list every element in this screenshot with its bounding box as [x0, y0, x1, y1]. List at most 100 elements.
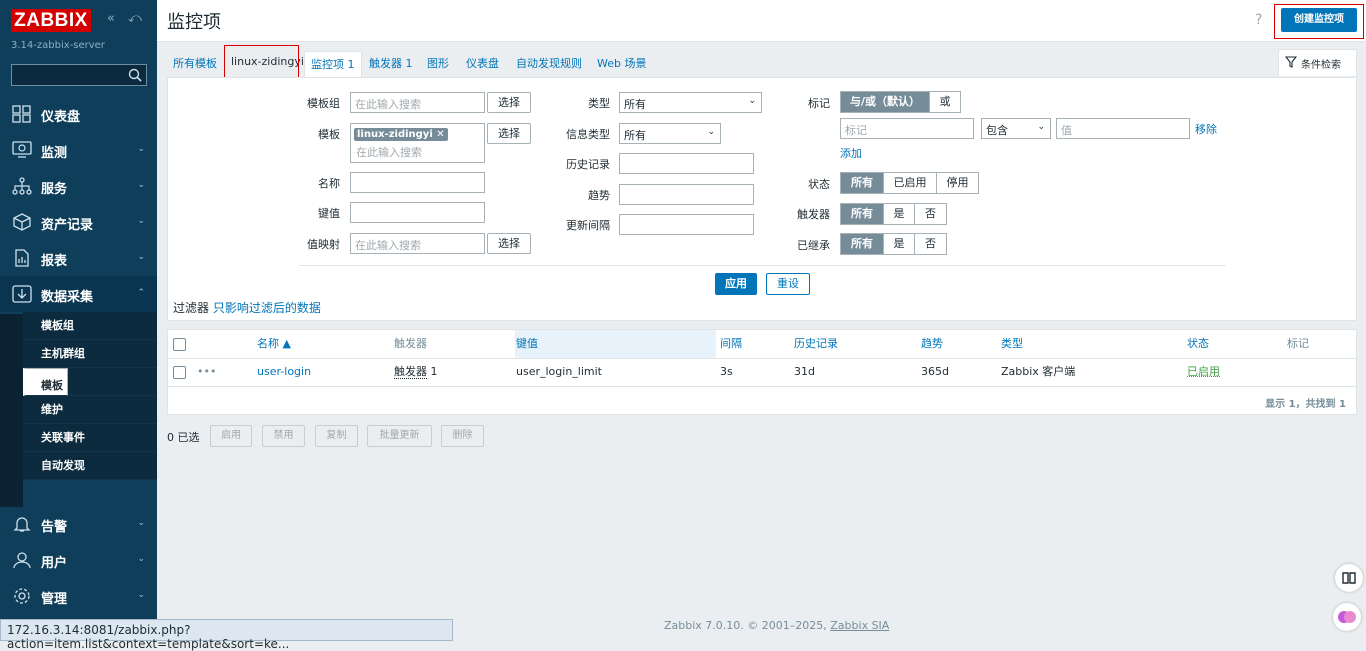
filter-note-text: 只影响过滤后的数据	[212, 301, 321, 315]
trends-input[interactable]	[619, 184, 754, 205]
submenu-item-templates[interactable]: 模板	[23, 368, 68, 396]
item-name-link[interactable]: user-login	[257, 358, 311, 386]
type-select[interactable]: 所有 ⌄	[619, 92, 762, 113]
item-type: Zabbix 客户端	[1001, 365, 1076, 378]
tab-dashboards[interactable]: 仪表盘	[466, 55, 499, 71]
inherited-no-option[interactable]: 否	[915, 234, 946, 254]
zabbix-logo[interactable]: ZABBIX	[11, 9, 91, 32]
remove-tag-link[interactable]: 移除	[1195, 121, 1217, 137]
tags-label: 标记	[808, 97, 830, 110]
footer-copyright: Zabbix 7.0.10. © 2001–2025,	[664, 619, 827, 632]
tab-items[interactable]: 监控项 1	[304, 51, 362, 78]
assistant-button[interactable]	[1333, 603, 1361, 631]
reset-button[interactable]: 重设	[766, 273, 810, 295]
template-group-input[interactable]: 在此输入搜索	[350, 92, 485, 113]
state-all-option[interactable]: 所有	[841, 173, 884, 193]
submenu-item-event-correlation[interactable]: 关联事件	[23, 424, 157, 452]
update-interval-input[interactable]	[619, 214, 754, 235]
remove-tag-icon[interactable]: ✕	[436, 129, 444, 140]
tab-triggers[interactable]: 触发器 1	[369, 55, 413, 71]
menu-data-collection[interactable]: 数据采集 ⌃	[0, 276, 157, 312]
valuemap-select-button[interactable]: 选择	[487, 233, 531, 254]
menu-services[interactable]: 服务 ⌄	[0, 168, 157, 204]
inherited-all-option[interactable]: 所有	[841, 234, 884, 254]
disable-button[interactable]: 禁用	[262, 425, 305, 447]
triggers-all-option[interactable]: 所有	[841, 204, 884, 224]
row-actions-icon[interactable]: •••	[197, 358, 216, 386]
key-input[interactable]	[350, 202, 485, 223]
template-select-button[interactable]: 选择	[487, 123, 531, 144]
triggers-link[interactable]: 触发器	[394, 365, 427, 379]
menu-reports[interactable]: 报表 ⌄	[0, 240, 157, 276]
tab-discovery-rules[interactable]: 自动发现规则	[516, 55, 582, 71]
inherited-yes-option[interactable]: 是	[884, 234, 915, 254]
collapse-sidebar-icon[interactable]: «	[107, 11, 115, 26]
chevron-down-icon: ⌄	[137, 252, 145, 262]
triggers-yes-option[interactable]: 是	[884, 204, 915, 224]
tag-value-input[interactable]: 值	[1056, 118, 1190, 139]
dashboard-icon	[12, 105, 31, 123]
state-toggle[interactable]: 所有 已启用 停用	[840, 172, 979, 194]
tag-operator-select[interactable]: 包含 ⌄	[981, 118, 1051, 139]
info-type-select[interactable]: 所有 ⌄	[619, 123, 721, 144]
tags-and-or-option[interactable]: 与/或（默认）	[841, 92, 930, 112]
apply-button[interactable]: 应用	[715, 273, 757, 295]
copy-button[interactable]: 复制	[315, 425, 358, 447]
menu-users[interactable]: 用户 ⌄	[0, 542, 157, 578]
footer-company-link[interactable]: Zabbix SIA	[830, 619, 889, 632]
tags-evaltype-toggle[interactable]: 与/或（默认） 或	[840, 91, 961, 113]
submenu-item-host-groups[interactable]: 主机群组	[23, 340, 157, 368]
tab-all-templates[interactable]: 所有模板	[173, 55, 217, 71]
add-tag-link[interactable]: 添加	[840, 145, 862, 161]
item-status-link[interactable]: 已启用	[1187, 358, 1220, 386]
header-key[interactable]: 键值	[516, 330, 538, 358]
triggers-no-option[interactable]: 否	[915, 204, 946, 224]
state-enabled-option[interactable]: 已启用	[884, 173, 937, 193]
item-triggers: 触发器 1	[394, 358, 438, 386]
history-input[interactable]	[619, 153, 754, 174]
enable-button[interactable]: 启用	[210, 425, 252, 447]
tab-graphs[interactable]: 图形	[427, 55, 449, 71]
row-checkbox[interactable]	[173, 366, 186, 379]
search-icon[interactable]	[128, 68, 142, 82]
menu-dashboards[interactable]: 仪表盘	[0, 96, 157, 132]
triggers-toggle[interactable]: 所有 是 否	[840, 203, 947, 225]
template-group-select-button[interactable]: 选择	[487, 92, 531, 113]
menu-monitoring[interactable]: 监测 ⌄	[0, 132, 157, 168]
select-all-checkbox[interactable]	[173, 338, 186, 351]
filter-toggle[interactable]: 条件检索	[1278, 49, 1357, 76]
tab-web-scenarios[interactable]: Web 场景	[597, 55, 646, 71]
delete-button[interactable]: 删除	[441, 425, 484, 447]
submenu-item-discovery[interactable]: 自动发现	[23, 452, 157, 480]
header-status[interactable]: 状态	[1187, 330, 1209, 358]
reader-mode-button[interactable]	[1335, 564, 1363, 592]
mass-update-button[interactable]: 批量更新	[367, 425, 432, 447]
inherited-toggle[interactable]: 所有 是 否	[840, 233, 947, 255]
help-icon[interactable]: ?	[1255, 12, 1262, 28]
menu-inventory[interactable]: 资产记录 ⌄	[0, 204, 157, 240]
header-name[interactable]: 名称 ▲	[257, 330, 291, 358]
name-label: 名称	[318, 177, 340, 190]
name-input[interactable]	[350, 172, 485, 193]
page-title: 监控项	[167, 12, 221, 33]
page-header: 监控项 ? 创建监控项	[157, 0, 1366, 42]
tag-name-input[interactable]: 标记	[840, 118, 974, 139]
menu-alerts[interactable]: 告警 ⌄	[0, 506, 157, 542]
filter-panel: 模板组 在此输入搜索 选择 模板 linux-zidingyi ✕ 在此输入搜索…	[167, 77, 1357, 321]
template-multiselect[interactable]: linux-zidingyi ✕ 在此输入搜索	[350, 123, 485, 163]
tags-or-option[interactable]: 或	[930, 92, 960, 112]
submenu-item-maintenance[interactable]: 维护	[23, 396, 157, 424]
kiosk-mode-icon[interactable]: ⤺	[128, 11, 142, 26]
header-history[interactable]: 历史记录	[794, 330, 838, 358]
state-disabled-option[interactable]: 停用	[937, 173, 978, 193]
menu-administration[interactable]: 管理 ⌄	[0, 578, 157, 614]
header-trends[interactable]: 趋势	[921, 330, 943, 358]
header-interval[interactable]: 间隔	[720, 330, 742, 358]
valuemap-input[interactable]: 在此输入搜索	[350, 233, 485, 254]
header-type[interactable]: 类型	[1001, 330, 1023, 358]
users-icon	[13, 552, 31, 569]
submenu-item-template-groups[interactable]: 模板组	[23, 312, 157, 340]
inherited-label: 已继承	[797, 239, 830, 252]
sidebar-search-input[interactable]	[11, 64, 147, 86]
row-divider	[168, 386, 1356, 387]
